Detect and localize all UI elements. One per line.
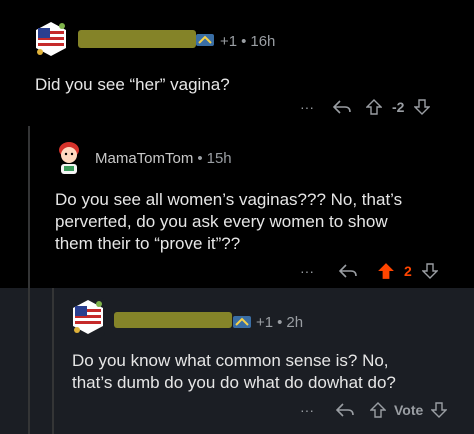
comment-actions: ··· -2 [292, 95, 434, 119]
more-icon[interactable]: ··· [292, 263, 322, 279]
award-count: +1 [220, 33, 238, 50]
comment-meta: +1 • 2h [256, 314, 304, 331]
comment-actions: ··· 2 [292, 259, 442, 283]
redacted-username [78, 30, 196, 48]
timestamp: 2h [286, 314, 304, 331]
thread-line [28, 126, 30, 288]
username[interactable]: MamaTomTom [95, 150, 193, 167]
body-line: perverted, do you ask every women to sho… [55, 212, 388, 231]
comment-2: MamaTomTom • 15h Do you see all women’s va… [0, 122, 474, 288]
comment-1: +1 • 16h Did you see “her” vagina? ··· -2 [0, 0, 474, 122]
body-line: that’s dumb do you do what do dowhat do? [72, 373, 396, 392]
body-line: them their to “prove it”?? [55, 234, 241, 253]
more-icon[interactable]: ··· [292, 402, 322, 418]
score: 2 [404, 263, 412, 279]
more-icon[interactable]: ··· [292, 99, 322, 115]
timestamp: 15h [206, 150, 232, 167]
reply-icon[interactable] [322, 403, 368, 417]
comment-body: Do you see all women’s vaginas??? No, th… [55, 189, 465, 255]
comment-body: Did you see “her” vagina? [35, 75, 230, 94]
comment-actions: ··· Vote [292, 398, 449, 422]
award-icon [233, 316, 251, 328]
comment-meta: +1 • 16h [220, 33, 276, 50]
reply-icon[interactable] [322, 264, 374, 278]
downvote-icon[interactable] [429, 402, 449, 418]
vote-label: Vote [394, 402, 424, 418]
body-line: Do you know what common sense is? No, [72, 351, 389, 370]
upvote-icon[interactable] [362, 99, 386, 115]
award-count: +1 [256, 314, 274, 331]
downvote-icon[interactable] [418, 263, 442, 279]
thread-line [28, 288, 30, 434]
score: -2 [392, 99, 405, 115]
body-line: Do you see all women’s vaginas??? No, th… [55, 190, 403, 209]
upvote-icon[interactable] [374, 262, 398, 280]
downvote-icon[interactable] [410, 99, 434, 115]
user-avatar[interactable] [54, 140, 84, 174]
user-avatar[interactable] [34, 20, 68, 58]
comment-body: Do you know what common sense is? No, th… [72, 350, 467, 394]
comment-3: +1 • 2h Do you know what common sense is? … [0, 288, 474, 434]
timestamp: 16h [250, 33, 276, 50]
upvote-icon[interactable] [368, 402, 388, 418]
comment-meta: MamaTomTom • 15h [95, 150, 232, 167]
reply-icon[interactable] [322, 100, 362, 114]
award-icon [196, 34, 214, 46]
user-avatar[interactable] [71, 298, 105, 336]
thread-line [52, 288, 54, 434]
redacted-username [114, 312, 232, 328]
